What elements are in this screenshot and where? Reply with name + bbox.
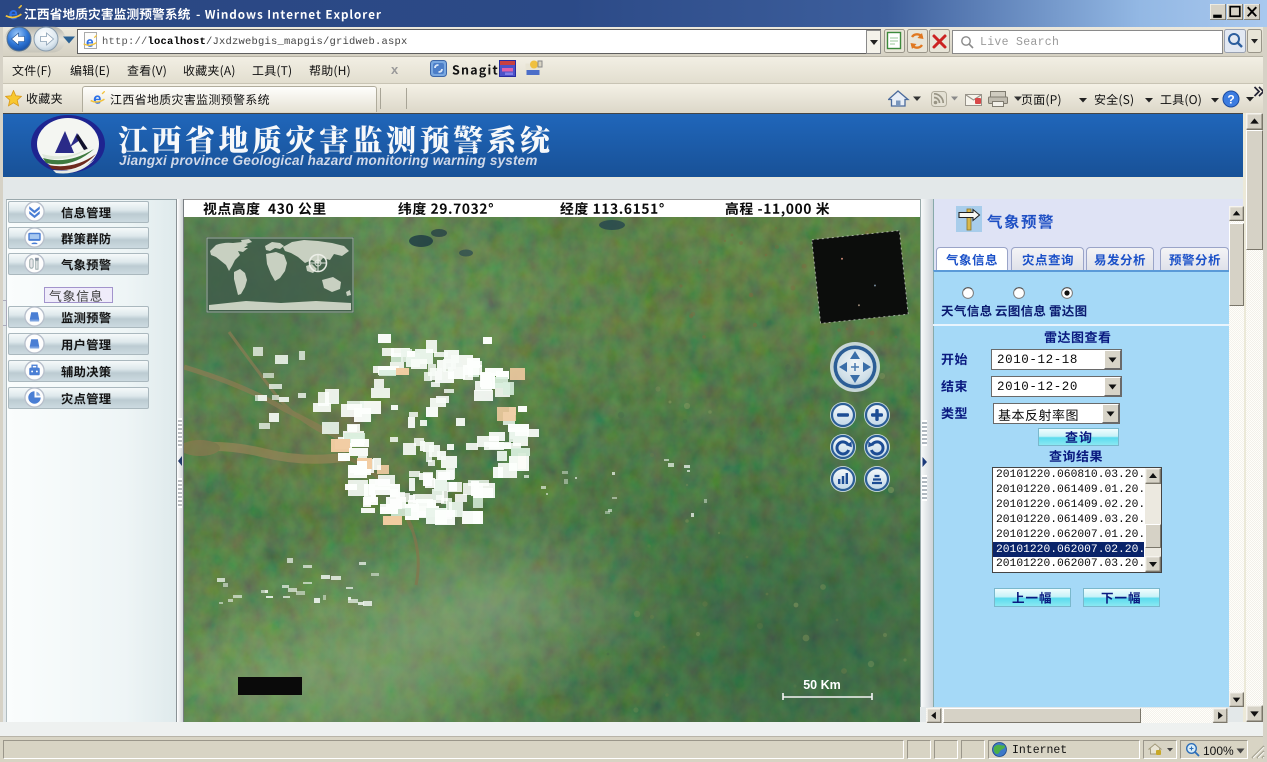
svg-text:?: ? bbox=[1227, 93, 1234, 107]
svg-text:50 Km: 50 Km bbox=[803, 678, 841, 692]
